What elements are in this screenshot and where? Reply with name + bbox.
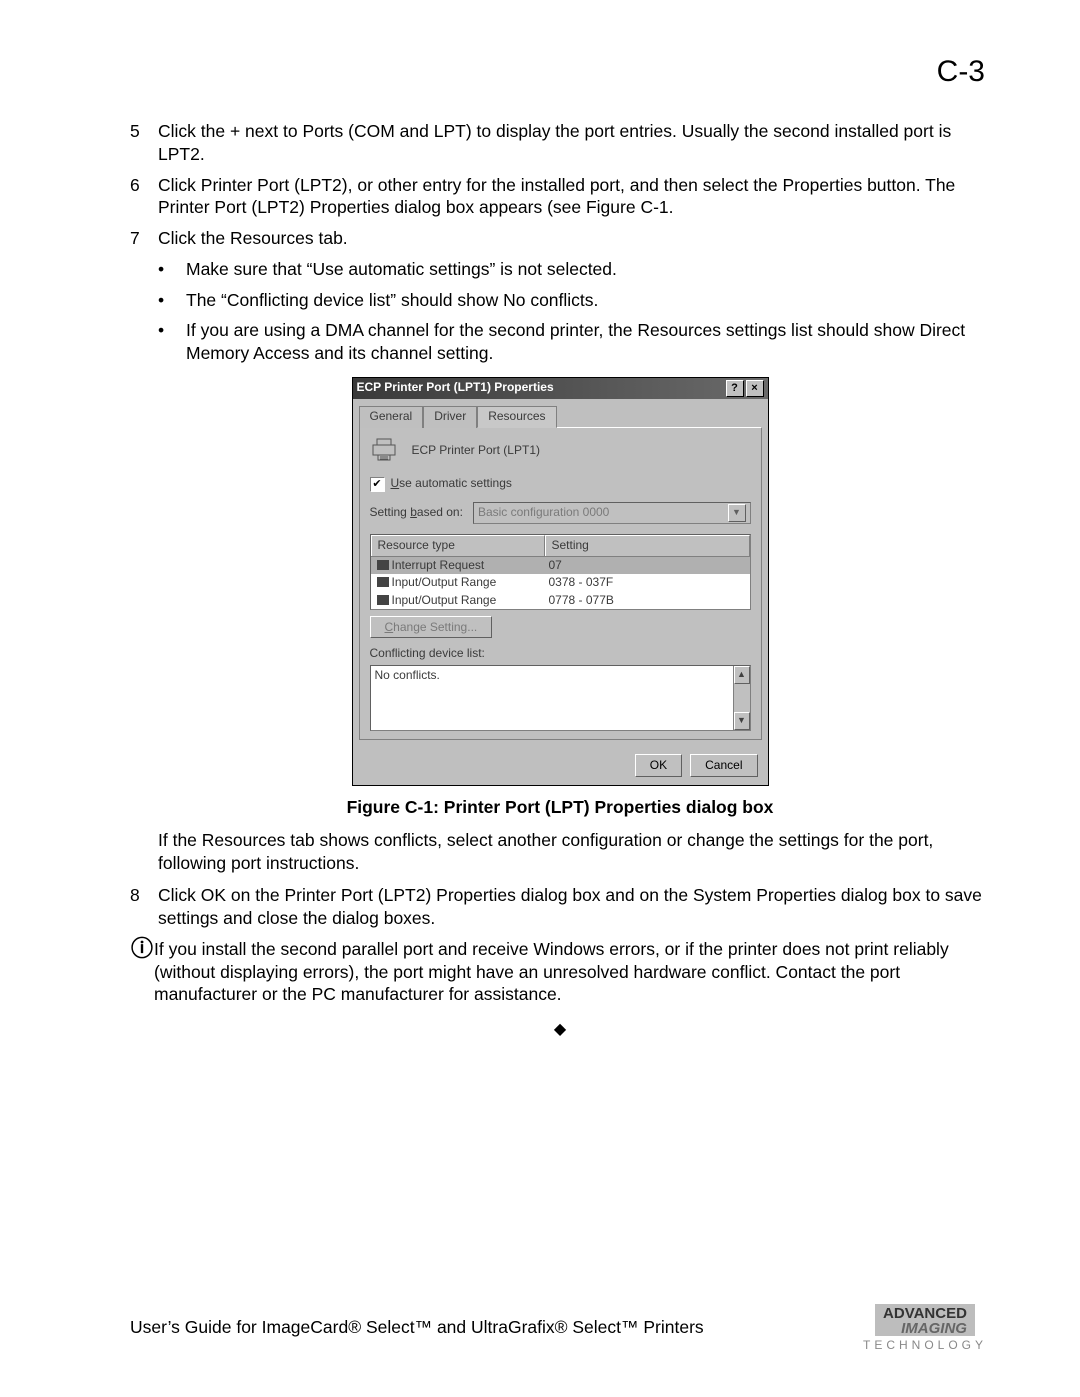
scroll-down-icon[interactable]: ▼ [734,712,750,730]
col-resource-type: Resource type [371,535,545,556]
step-number: 7 [130,227,158,250]
chevron-down-icon: ▼ [728,504,746,522]
device-row: ECP Printer Port (LPT1) [370,438,751,462]
page-footer: User’s Guide for ImageCard® Select™ and … [130,1300,1000,1355]
change-setting-button[interactable]: Change Setting... [370,616,493,638]
auto-settings-checkbox[interactable]: ✔ [370,477,385,492]
cell: 0378 - 037F [543,574,750,592]
section-end-mark: ◆ [130,1020,990,1041]
based-on-combo[interactable]: Basic configuration 0000 ▼ [473,502,751,524]
auto-settings-row: ✔ Use automatic settings [370,476,751,492]
bullet-mark: • [158,258,186,281]
figure-caption: Figure C-1: Printer Port (LPT) Propertie… [130,796,990,819]
cell: Interrupt Request [392,558,485,572]
bullet-mark: • [158,289,186,312]
resource-icon [377,577,389,587]
cell: Input/Output Range [392,575,497,589]
based-on-value: Basic configuration 0000 [478,505,609,521]
step-8: 8 Click OK on the Printer Port (LPT2) Pr… [130,884,990,930]
info-icon: ⓘ [130,938,154,960]
paragraph: If the Resources tab shows conflicts, se… [130,829,990,875]
bullet-mark: • [158,319,186,365]
conflict-text: No conflicts. [371,666,733,730]
cell: Input/Output Range [392,593,497,607]
step-text: Click the + next to Ports (COM and LPT) … [158,120,990,166]
conflict-list: No conflicts. ▲ ▼ [370,665,751,731]
device-name: ECP Printer Port (LPT1) [412,443,540,459]
step-text: Click OK on the Printer Port (LPT2) Prop… [158,884,990,930]
logo-subtext: TECHNOLOGY [863,1338,987,1352]
info-note: ⓘ If you install the second parallel por… [130,938,990,1006]
step-text: Click Printer Port (LPT2), or other entr… [158,174,990,220]
ok-button[interactable]: OK [635,754,682,778]
bullet-item: • The “Conflicting device list” should s… [130,289,990,312]
dialog-figure: ECP Printer Port (LPT1) Properties ? × G… [130,377,990,786]
col-setting: Setting [545,535,750,556]
resources-listbox[interactable]: Resource type Setting Interrupt Request … [370,534,751,610]
titlebar: ECP Printer Port (LPT1) Properties ? × [353,378,768,399]
resource-icon [377,560,389,570]
cell: 0778 - 077B [543,592,750,610]
page-number: C-3 [937,55,985,89]
tab-driver[interactable]: Driver [423,406,477,429]
printer-icon [370,438,398,462]
logo-line2: IMAGING [901,1320,967,1337]
close-button[interactable]: × [746,380,764,397]
conflict-label: Conflicting device list: [370,646,751,662]
help-button[interactable]: ? [726,380,744,397]
bullet-text: If you are using a DMA channel for the s… [186,319,990,365]
scrollbar[interactable]: ▲ ▼ [733,666,750,730]
resources-panel: ECP Printer Port (LPT1) ✔ Use automatic … [359,427,762,739]
properties-dialog: ECP Printer Port (LPT1) Properties ? × G… [352,377,769,786]
tab-general[interactable]: General [359,406,424,429]
bullet-item: • If you are using a DMA channel for the… [130,319,990,365]
cell: 07 [543,557,750,575]
dialog-title: ECP Printer Port (LPT1) Properties [357,380,724,396]
based-on-row: Setting based on: Basic configuration 00… [370,502,751,524]
scroll-up-icon[interactable]: ▲ [734,666,750,684]
step-number: 5 [130,120,158,166]
tab-strip: General Driver Resources [353,399,768,428]
list-row[interactable]: Input/Output Range 0778 - 077B [371,592,750,610]
resource-icon [377,595,389,605]
step-5: 5 Click the + next to Ports (COM and LPT… [130,120,990,166]
bullet-text: The “Conflicting device list” should sho… [186,289,598,312]
step-number: 6 [130,174,158,220]
tab-resources[interactable]: Resources [477,406,556,429]
bullet-text: Make sure that “Use automatic settings” … [186,258,617,281]
cancel-button[interactable]: Cancel [690,754,757,778]
advanced-imaging-logo: ADVANCED IMAGING TECHNOLOGY [850,1300,1000,1355]
step-6: 6 Click Printer Port (LPT2), or other en… [130,174,990,220]
footer-text: User’s Guide for ImageCard® Select™ and … [130,1317,704,1338]
step-text: Click the Resources tab. [158,227,990,250]
step-number: 8 [130,884,158,930]
based-on-label: Setting based on: [370,505,463,521]
body-content: 5 Click the + next to Ports (COM and LPT… [130,120,990,1041]
bullet-item: • Make sure that “Use automatic settings… [130,258,990,281]
dialog-buttons: OK Cancel [353,746,768,786]
list-row[interactable]: Interrupt Request 07 [371,557,750,575]
list-row[interactable]: Input/Output Range 0378 - 037F [371,574,750,592]
auto-settings-label: Use automatic settings [391,476,512,492]
list-header: Resource type Setting [371,535,750,557]
step-7: 7 Click the Resources tab. [130,227,990,250]
info-text: If you install the second parallel port … [154,938,990,1006]
